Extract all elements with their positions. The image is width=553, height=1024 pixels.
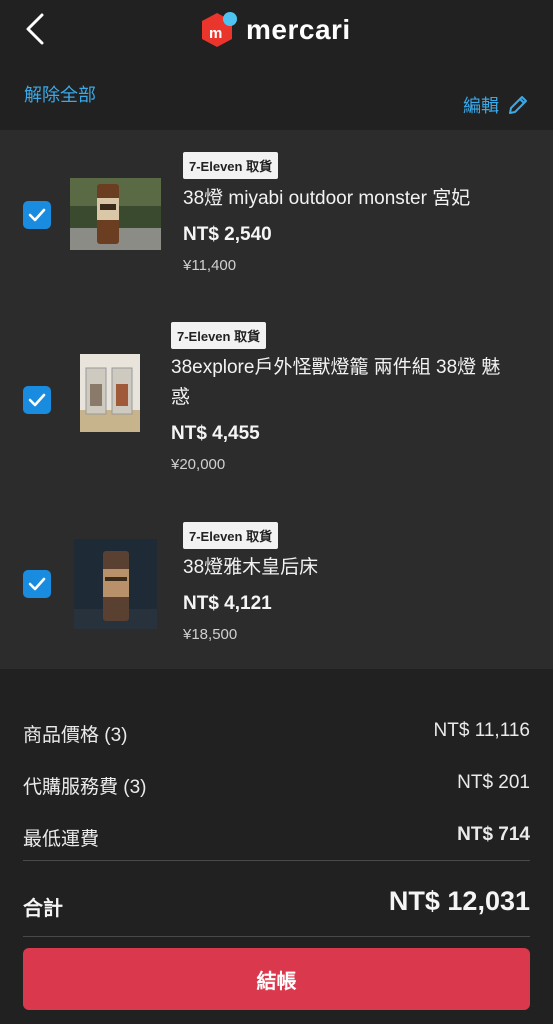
back-button[interactable] bbox=[22, 12, 52, 46]
goods-price-label: 商品價格 (3) bbox=[23, 725, 128, 746]
total-value: NT$ 12,031 bbox=[388, 886, 530, 916]
item-checkbox[interactable] bbox=[23, 386, 51, 414]
edit-label: 編輯 bbox=[463, 96, 499, 116]
total-label: 合計 bbox=[23, 898, 63, 920]
goods-price-row: 商品價格 (3) NT$ 11,116 bbox=[23, 720, 530, 747]
service-fee-value: NT$ 201 bbox=[457, 772, 530, 793]
product-title[interactable]: 38燈雅木皇后床 bbox=[183, 553, 533, 583]
check-icon bbox=[28, 577, 46, 591]
checkout-button[interactable]: 結帳 bbox=[23, 948, 530, 1010]
service-fee-row: 代購服務費 (3) NT$ 201 bbox=[23, 772, 530, 799]
product-yen-price: ¥11,400 bbox=[183, 257, 237, 274]
deselect-all-link[interactable]: 解除全部 bbox=[24, 81, 96, 107]
check-icon bbox=[28, 208, 46, 222]
app-header: m mercari bbox=[0, 0, 553, 69]
product-yen-price: ¥18,500 bbox=[183, 626, 238, 643]
product-title[interactable]: 38燈 miyabi outdoor monster 宮妃 bbox=[183, 184, 533, 214]
pencil-icon bbox=[509, 96, 527, 114]
goods-price-value: NT$ 11,116 bbox=[433, 720, 530, 741]
product-thumbnail[interactable] bbox=[74, 539, 157, 629]
order-summary: 商品價格 (3) NT$ 11,116 代購服務費 (3) NT$ 201 最低… bbox=[0, 670, 553, 1024]
product-thumbnail[interactable] bbox=[70, 178, 161, 250]
cart-item: 7-Eleven 取貨 38燈 miyabi outdoor monster 宮… bbox=[0, 130, 553, 300]
shipping-label: 最低運費 bbox=[23, 829, 100, 850]
shipping-value: NT$ 714 bbox=[457, 824, 530, 845]
total-divider bbox=[23, 936, 530, 937]
shipping-row: 最低運費 NT$ 714 bbox=[23, 824, 530, 851]
product-yen-price: ¥20,000 bbox=[171, 456, 226, 473]
item-checkbox[interactable] bbox=[23, 201, 51, 229]
brand-name: mercari bbox=[246, 14, 351, 45]
cart-toolbar: 解除全部 編輯 bbox=[0, 68, 553, 130]
product-thumbnail[interactable] bbox=[80, 354, 140, 432]
cart-item: 7-Eleven 取貨 38燈雅木皇后床 NT$ 4,121 ¥18,500 bbox=[0, 499, 553, 670]
edit-button[interactable]: 編輯 bbox=[463, 92, 529, 118]
summary-divider bbox=[23, 860, 530, 861]
pickup-badge: 7-Eleven 取貨 bbox=[171, 322, 267, 349]
product-price: NT$ 2,540 bbox=[183, 224, 272, 245]
cart-item: 7-Eleven 取貨 38explore戶外怪獸燈籠 兩件組 38燈 魅惑 N… bbox=[0, 299, 553, 500]
mercari-logo-icon: m bbox=[202, 12, 237, 47]
chevron-left-icon bbox=[26, 13, 44, 45]
pickup-badge: 7-Eleven 取貨 bbox=[183, 152, 279, 179]
svg-text:m: m bbox=[209, 25, 222, 42]
pickup-badge: 7-Eleven 取貨 bbox=[183, 522, 279, 549]
product-title[interactable]: 38explore戶外怪獸燈籠 兩件組 38燈 魅惑 bbox=[171, 353, 501, 413]
service-fee-label: 代購服務費 (3) bbox=[23, 777, 147, 798]
item-checkbox[interactable] bbox=[23, 570, 51, 598]
check-icon bbox=[28, 393, 46, 407]
product-price: NT$ 4,121 bbox=[183, 593, 272, 614]
mercari-logo: m mercari bbox=[198, 10, 351, 50]
product-price: NT$ 4,455 bbox=[171, 423, 260, 444]
